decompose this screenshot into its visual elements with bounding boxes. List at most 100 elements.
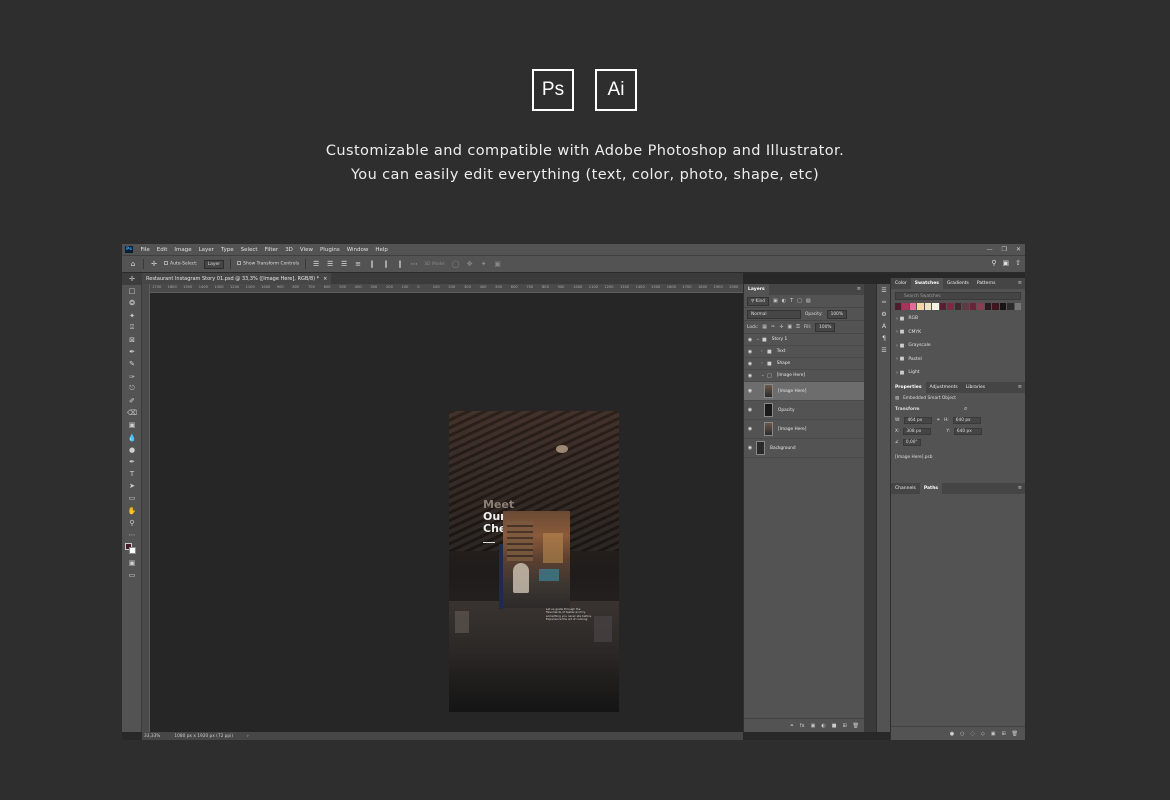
close-tab-icon[interactable]: ×: [323, 276, 327, 282]
eyedropper-tool-icon[interactable]: ✒: [122, 346, 142, 358]
home-icon[interactable]: ⌂: [129, 260, 137, 268]
horizontal-ruler[interactable]: 1700 1600 1500 1400 1300 1200 1100 1000 900 800 70…: [150, 284, 743, 293]
move-tool-icon[interactable]: ✛: [150, 260, 158, 268]
swatches-search-input[interactable]: Search Swatches: [895, 292, 1021, 300]
align-left-icon[interactable]: ☰: [312, 260, 320, 268]
layers-stack-icon[interactable]: ☰: [877, 344, 891, 356]
align-bottom-icon[interactable]: ‖: [396, 260, 404, 268]
history-icon[interactable]: ☰: [877, 284, 891, 296]
brush-tool-icon[interactable]: ✑: [122, 371, 142, 383]
swatch-group[interactable]: › ■ RGB: [891, 312, 1025, 326]
align-center-icon[interactable]: ☰: [326, 260, 334, 268]
marquee-tool-icon[interactable]: □: [122, 285, 142, 297]
panel-menu-icon[interactable]: ≡: [1018, 485, 1022, 491]
color-swatch[interactable]: [977, 303, 984, 310]
swatch-group[interactable]: › ■ Grayscale: [891, 339, 1025, 353]
color-swatch[interactable]: [895, 303, 902, 310]
status-arrow-icon[interactable]: ›: [247, 734, 249, 739]
color-swatch[interactable]: [924, 303, 932, 310]
trash-icon[interactable]: 🗑: [853, 723, 859, 729]
lock-position-icon[interactable]: ✛: [779, 324, 783, 330]
shape-tool-icon[interactable]: ▭: [122, 492, 142, 504]
layer-row[interactable]: ◉ ⌄ □ [Image Here]: [744, 370, 864, 382]
blur-tool-icon[interactable]: 💧: [122, 431, 142, 443]
visibility-eye-icon[interactable]: ◉: [744, 407, 756, 413]
color-swatch[interactable]: [962, 303, 969, 310]
visibility-eye-icon[interactable]: ◉: [744, 445, 756, 451]
visibility-eye-icon[interactable]: ◉: [744, 337, 756, 343]
align-right-icon[interactable]: ☰: [340, 260, 348, 268]
tab-layers[interactable]: Layers: [744, 284, 769, 295]
background-color[interactable]: [129, 547, 136, 555]
visibility-eye-icon[interactable]: ◉: [744, 361, 756, 367]
history-brush-icon[interactable]: ✐: [122, 395, 142, 407]
color-swatch[interactable]: [939, 303, 947, 310]
color-swatch[interactable]: [917, 303, 924, 310]
mask-icon[interactable]: ▣: [811, 723, 816, 729]
panel-menu-icon[interactable]: ≡: [857, 286, 861, 292]
link-proportions-icon[interactable]: ⚭: [936, 418, 940, 423]
color-swatch[interactable]: [992, 303, 999, 310]
smart-object-file[interactable]: [Image Here].psb: [895, 455, 932, 460]
tab-libraries[interactable]: Libraries: [962, 382, 989, 393]
pen-tool-icon[interactable]: ✒: [122, 456, 142, 468]
healing-tool-icon[interactable]: ✎: [122, 358, 142, 370]
document-tab[interactable]: Restaurant Instagram Story 01.psd @ 33,3…: [142, 273, 332, 284]
stroke-path-icon[interactable]: ○: [960, 731, 964, 737]
path-select-tool-icon[interactable]: ➤: [122, 480, 142, 492]
more-options-icon[interactable]: ⋯: [410, 260, 418, 268]
color-chips[interactable]: [122, 541, 142, 557]
kind-filter[interactable]: ⚲ Kind: [747, 296, 769, 306]
panel-menu-icon[interactable]: ≡: [1018, 384, 1022, 390]
reset-icon[interactable]: ↺: [964, 407, 968, 412]
new-layer-icon[interactable]: ⊞: [842, 723, 846, 729]
type-filter-icon[interactable]: T: [790, 298, 793, 304]
color-swatch[interactable]: [909, 303, 917, 310]
character-icon[interactable]: A: [877, 320, 891, 332]
paragraph-icon[interactable]: ¶: [877, 332, 891, 344]
menu-plugins[interactable]: Plugins: [316, 247, 343, 253]
adjust-icon[interactable]: ⚙: [877, 308, 891, 320]
zoom-level[interactable]: 33,33%: [144, 734, 160, 739]
color-swatch[interactable]: [902, 303, 909, 310]
swatch-group[interactable]: › ■ Light: [891, 366, 1025, 380]
new-path-icon[interactable]: ⊞: [1001, 731, 1005, 737]
adjustment-filter-icon[interactable]: ◐: [782, 298, 786, 304]
smart-filter-icon[interactable]: ▧: [806, 298, 811, 304]
visibility-eye-icon[interactable]: ◉: [744, 373, 756, 379]
menu-edit[interactable]: Edit: [153, 247, 171, 253]
lock-artboard-icon[interactable]: ▣: [787, 324, 792, 330]
minimize-icon[interactable]: —: [987, 246, 993, 253]
quick-mask-icon[interactable]: ▣: [122, 557, 142, 569]
add-mask-icon[interactable]: ▣: [991, 731, 996, 737]
shape-filter-icon[interactable]: □: [797, 298, 802, 304]
edit-toolbar-icon[interactable]: ⋯: [122, 529, 142, 541]
orbit-icon[interactable]: ◯: [452, 260, 460, 268]
color-swatch[interactable]: [947, 303, 954, 310]
color-swatch[interactable]: [1007, 303, 1014, 310]
tab-patterns[interactable]: Patterns: [973, 278, 1000, 289]
menu-filter[interactable]: Filter: [261, 247, 282, 253]
tab-gradients[interactable]: Gradients: [943, 278, 973, 289]
canvas-area[interactable]: Meet Our Chefs Let us guide through the …: [150, 293, 743, 732]
tab-adjustments[interactable]: Adjustments: [926, 382, 962, 393]
menu-type[interactable]: Type: [217, 247, 237, 253]
tab-properties[interactable]: Properties: [891, 381, 926, 393]
y-input[interactable]: 640 px: [953, 427, 982, 435]
layer-row[interactable]: ◉ ⌄ ■ Story 1: [744, 334, 864, 346]
menu-help[interactable]: Help: [372, 247, 392, 253]
vertical-ruler[interactable]: [142, 284, 150, 732]
layer-row[interactable]: ◉ › ■ Text: [744, 346, 864, 358]
move-tool-icon[interactable]: ✛: [122, 273, 142, 286]
load-selection-icon[interactable]: ◌: [970, 731, 974, 737]
layer-row-selected[interactable]: ◉ [Image Here]: [744, 382, 864, 401]
adjustment-icon[interactable]: ◐: [821, 723, 825, 729]
make-path-icon[interactable]: ◇: [981, 731, 985, 737]
auto-select-dropdown[interactable]: Layer: [203, 259, 225, 269]
lock-all-icon[interactable]: ⚿: [796, 324, 800, 330]
hand-tool-icon[interactable]: ✋: [122, 505, 142, 517]
color-swatch[interactable]: [969, 303, 977, 310]
blend-mode-select[interactable]: Normal: [747, 309, 801, 319]
zoom-tool-icon[interactable]: ⚲: [122, 517, 142, 529]
menu-file[interactable]: File: [137, 247, 153, 253]
